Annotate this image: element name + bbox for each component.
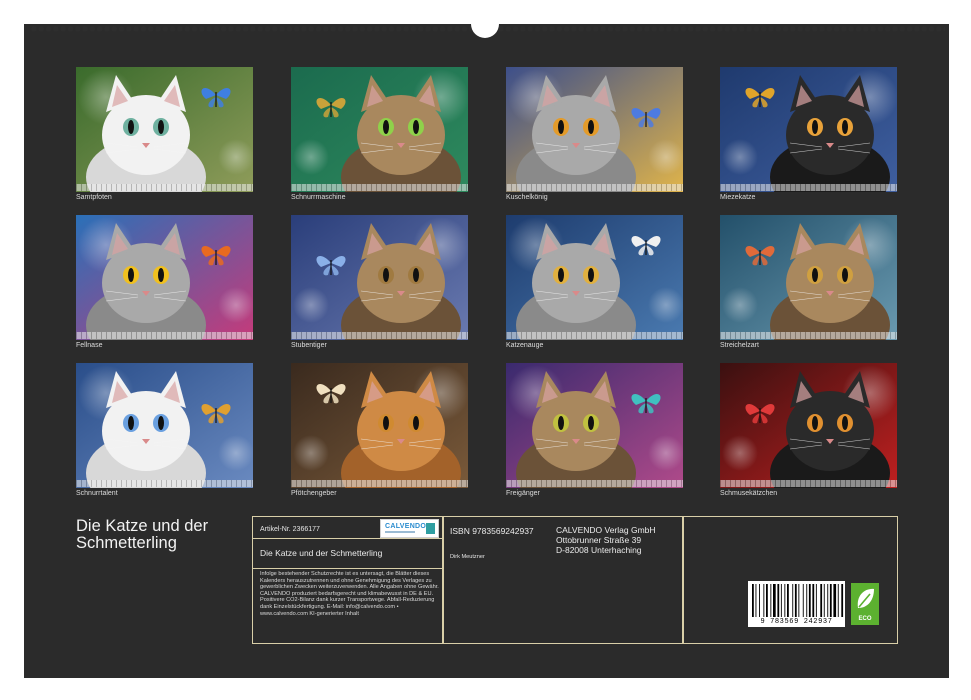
month-caption: Samtpfoten bbox=[76, 194, 112, 201]
day-strip bbox=[76, 184, 253, 191]
month-photo bbox=[291, 215, 468, 340]
author: Dirk Meutzner bbox=[450, 554, 485, 560]
eco-label: ECO bbox=[858, 616, 872, 622]
month-tile: Samtpfoten bbox=[76, 67, 253, 202]
calendar-title: Die Katze und der Schmetterling bbox=[76, 517, 209, 552]
barcode-number: 9 783569 242937 bbox=[760, 618, 833, 626]
month-tile: Streichelzart bbox=[720, 215, 897, 350]
barcode: 9 783569 242937 bbox=[748, 581, 845, 627]
month-tile: Katzenauge bbox=[506, 215, 683, 350]
logo-mark-icon bbox=[426, 523, 435, 534]
logo-underline bbox=[385, 531, 415, 533]
month-photo bbox=[76, 215, 253, 340]
month-photo bbox=[76, 67, 253, 192]
month-photo bbox=[506, 67, 683, 192]
day-strip bbox=[506, 332, 683, 339]
day-strip bbox=[720, 480, 897, 487]
month-photo bbox=[291, 67, 468, 192]
month-caption: Streichelzart bbox=[720, 342, 759, 349]
month-caption: Stubentiger bbox=[291, 342, 327, 349]
month-photo bbox=[76, 363, 253, 488]
month-photo bbox=[720, 67, 897, 192]
month-caption: Katzenauge bbox=[506, 342, 544, 349]
month-tile: Freigänger bbox=[506, 363, 683, 498]
month-tile: Pfötchengeber bbox=[291, 363, 468, 498]
calvendo-logo-text: CALVENDO bbox=[385, 523, 427, 530]
month-caption: Fellnase bbox=[76, 342, 103, 349]
month-photo bbox=[720, 363, 897, 488]
month-caption: Schnurrtalent bbox=[76, 490, 118, 497]
month-photo bbox=[720, 215, 897, 340]
month-tile: Schnurrtalent bbox=[76, 363, 253, 498]
day-strip bbox=[291, 332, 468, 339]
month-tile: Schnurrmaschine bbox=[291, 67, 468, 202]
month-tile: Kuschelkönig bbox=[506, 67, 683, 202]
day-strip bbox=[720, 184, 897, 191]
day-strip bbox=[76, 480, 253, 487]
day-strip bbox=[76, 332, 253, 339]
day-strip bbox=[291, 480, 468, 487]
month-caption: Miezekatze bbox=[720, 194, 756, 201]
month-caption: Schnurrmaschine bbox=[291, 194, 346, 201]
calvendo-logo: CALVENDO bbox=[380, 519, 439, 538]
month-photo bbox=[506, 215, 683, 340]
month-caption: Pfötchengeber bbox=[291, 490, 337, 497]
day-strip bbox=[506, 184, 683, 191]
month-caption: Kuschelkönig bbox=[506, 194, 548, 201]
legal-notice: Infolge bestehender Schutzrechte ist es … bbox=[260, 571, 439, 617]
eco-badge: ECO bbox=[851, 583, 879, 625]
product-title: Die Katze und der Schmetterling bbox=[260, 548, 383, 558]
month-tile: Miezekatze bbox=[720, 67, 897, 202]
publisher-city: D-82008 Unterhaching bbox=[556, 545, 642, 555]
leaf-icon bbox=[857, 588, 874, 608]
month-photo bbox=[291, 363, 468, 488]
publisher-name: CALVENDO Verlag GmbH bbox=[556, 525, 656, 535]
month-tile: Fellnase bbox=[76, 215, 253, 350]
month-caption: Schmusekätzchen bbox=[720, 490, 778, 497]
month-tile: Stubentiger bbox=[291, 215, 468, 350]
day-strip bbox=[291, 184, 468, 191]
barcode-bars bbox=[752, 584, 844, 617]
day-strip bbox=[720, 332, 897, 339]
month-tile: Schmusekätzchen bbox=[720, 363, 897, 498]
month-photo bbox=[506, 363, 683, 488]
month-caption: Freigänger bbox=[506, 490, 540, 497]
publisher-street: Ottobrunner Straße 39 bbox=[556, 535, 642, 545]
day-strip bbox=[506, 480, 683, 487]
hanger-hole bbox=[471, 10, 499, 38]
article-number: Artikel-Nr. 2366177 bbox=[260, 526, 320, 533]
isbn: ISBN 9783569242937 bbox=[450, 526, 534, 536]
